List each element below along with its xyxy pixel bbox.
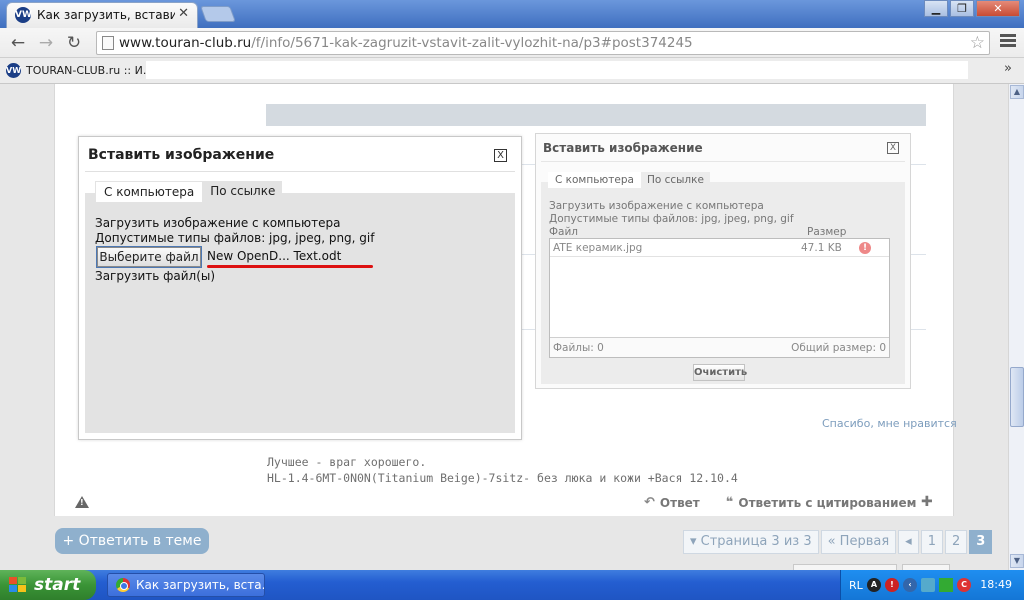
- url-text[interactable]: www.touran-club.ru/f/info/5671-kak-zagru…: [119, 35, 693, 51]
- address-bar[interactable]: www.touran-club.ru/f/info/5671-kak-zagru…: [96, 31, 990, 55]
- list-item: ATE керамик.jpg 47.1 KB !: [550, 239, 889, 257]
- bookmark-label: TOURAN-CLUB.ru :: И...: [26, 64, 154, 77]
- browser-titlebar: VW Как загрузить, вставить , ✕ ▁ ❐ ✕: [0, 0, 1024, 28]
- antivirus-icon[interactable]: C: [957, 578, 971, 592]
- signal-icon[interactable]: [939, 578, 953, 592]
- dialog-tabs: С компьютера По ссылке: [95, 181, 283, 202]
- chrome-icon: [116, 578, 130, 592]
- clock[interactable]: 18:49: [980, 578, 1012, 591]
- clear-button: Очистить: [693, 364, 747, 381]
- page-viewport: Спасибо, мне нравится Лучшее - враг хоро…: [0, 84, 1008, 570]
- dialog-title: Вставить изображение: [543, 141, 703, 155]
- page-icon: [102, 36, 114, 50]
- quote-icon: ❝: [725, 495, 734, 510]
- browser-toolbar: ← → ↻ www.touran-club.ru/f/info/5671-kak…: [0, 28, 1024, 58]
- tray-app-icon[interactable]: A: [867, 578, 881, 592]
- reply-in-thread-button[interactable]: + Ответить в теме: [55, 528, 209, 554]
- forward-icon[interactable]: →: [36, 33, 56, 53]
- reload-icon[interactable]: ↻: [64, 33, 84, 53]
- report-warning-icon[interactable]: !: [75, 496, 89, 508]
- windows-logo-icon: [9, 577, 27, 593]
- column-header-file: Файл: [549, 226, 579, 238]
- tab-by-link[interactable]: По ссылке: [203, 181, 283, 202]
- prev-page-icon[interactable]: ◂: [898, 530, 919, 554]
- multi-quote-icon[interactable]: ✚: [921, 494, 933, 510]
- choose-file-button[interactable]: Выберите файл: [96, 246, 202, 268]
- network-icon[interactable]: [921, 578, 935, 592]
- chosen-file-name: New OpenD... Text.odt: [207, 249, 342, 263]
- reply-button[interactable]: ↶ Ответ: [644, 495, 700, 510]
- window-controls: ▁ ❐ ✕: [924, 0, 1020, 18]
- scroll-up-icon[interactable]: ▲: [1010, 85, 1024, 99]
- tray-arrow-icon[interactable]: ‹: [903, 578, 917, 592]
- bookmarks-overflow-icon[interactable]: »: [1004, 61, 1012, 76]
- page-link-current: 3: [969, 530, 993, 554]
- tab-title: Как загрузить, вставить ,: [37, 8, 175, 22]
- insert-image-dialog: Вставить изображение X С компьютера По с…: [78, 136, 522, 440]
- tray-alert-icon[interactable]: !: [885, 578, 899, 592]
- post-header-band: [266, 104, 926, 126]
- total-size: Общий размер: 0: [791, 342, 886, 354]
- close-window-button[interactable]: ✕: [976, 0, 1020, 17]
- dialog-title: Вставить изображение: [88, 147, 275, 163]
- browser-tab[interactable]: VW Как загрузить, вставить , ✕: [6, 2, 198, 28]
- files-count: Файлы: 0: [553, 342, 604, 354]
- vw-favicon-icon: VW: [15, 7, 32, 23]
- first-page-link[interactable]: « Первая: [820, 530, 897, 554]
- vw-favicon-icon: VW: [6, 63, 21, 78]
- language-indicator[interactable]: RL: [849, 579, 863, 592]
- tab-close-icon[interactable]: ✕: [178, 6, 189, 21]
- minimize-button[interactable]: ▁: [924, 0, 948, 17]
- bookmark-star-icon[interactable]: ☆: [970, 33, 985, 53]
- menu-icon[interactable]: [1000, 34, 1016, 50]
- page-link-2[interactable]: 2: [944, 530, 968, 554]
- scroll-thumb[interactable]: [1010, 367, 1024, 427]
- close-icon: X: [887, 142, 899, 154]
- windows-taskbar: start Как загрузить, вста... RL A ! ‹ C …: [0, 570, 1024, 600]
- dialog-instructions: Загрузить изображение с компьютера Допус…: [95, 216, 375, 245]
- file-name: ATE керамик.jpg: [553, 242, 643, 254]
- system-tray: RL A ! ‹ C 18:49: [840, 570, 1024, 600]
- page-status-dropdown[interactable]: ▾ Страница 3 из 3: [683, 530, 819, 554]
- file-size: 47.1 KB: [801, 242, 842, 254]
- reply-icon: ↶: [644, 495, 655, 510]
- page-scrollbar[interactable]: ▲ ▼: [1008, 84, 1024, 570]
- file-list-footer: Файлы: 0 Общий размер: 0: [550, 337, 889, 357]
- thanks-link[interactable]: Спасибо, мне нравится: [822, 417, 957, 430]
- start-button[interactable]: start: [0, 570, 96, 600]
- bookmark-touran-club[interactable]: VW TOURAN-CLUB.ru :: И...: [6, 63, 153, 78]
- close-icon[interactable]: X: [494, 149, 507, 162]
- tab-from-computer[interactable]: С компьютера: [95, 181, 204, 202]
- red-underline-annotation: [207, 265, 373, 268]
- post-actions: ↶ Ответ ❝ Ответить с цитированием: [644, 495, 917, 510]
- new-tab-button[interactable]: [200, 6, 236, 22]
- page-link-1[interactable]: 1: [920, 530, 943, 554]
- insert-image-dialog-preview: Вставить изображение X С компьютера По с…: [535, 133, 911, 389]
- dialog-instructions: Загрузить изображение с компьютера Допус…: [549, 200, 794, 225]
- taskbar-item-chrome[interactable]: Как загрузить, вста...: [107, 573, 265, 597]
- tab-from-computer: С компьютера: [548, 172, 641, 188]
- error-icon: !: [859, 242, 871, 254]
- upload-files-link[interactable]: Загрузить файл(ы): [95, 269, 215, 283]
- bookmarks-bar: VW TOURAN-CLUB.ru :: И... »: [0, 58, 1024, 84]
- file-list: ATE керамик.jpg 47.1 KB ! Файлы: 0 Общий…: [549, 238, 890, 358]
- back-icon[interactable]: ←: [8, 33, 28, 53]
- maximize-button[interactable]: ❐: [950, 0, 974, 17]
- dialog-tabs: С компьютера По ссылке: [548, 172, 710, 188]
- pagination: ▾ Страница 3 из 3 « Первая ◂ 1 2 3: [683, 530, 993, 554]
- quote-reply-button[interactable]: ❝ Ответить с цитированием: [726, 495, 917, 510]
- bookmarks-blank-area: [146, 61, 968, 79]
- tab-by-link: По ссылке: [640, 172, 710, 188]
- scroll-down-icon[interactable]: ▼: [1010, 554, 1024, 568]
- column-header-size: Размер: [807, 226, 847, 238]
- post-signature: Лучшее - враг хорошего. HL-1.4-6MT-0N0N(…: [267, 455, 738, 485]
